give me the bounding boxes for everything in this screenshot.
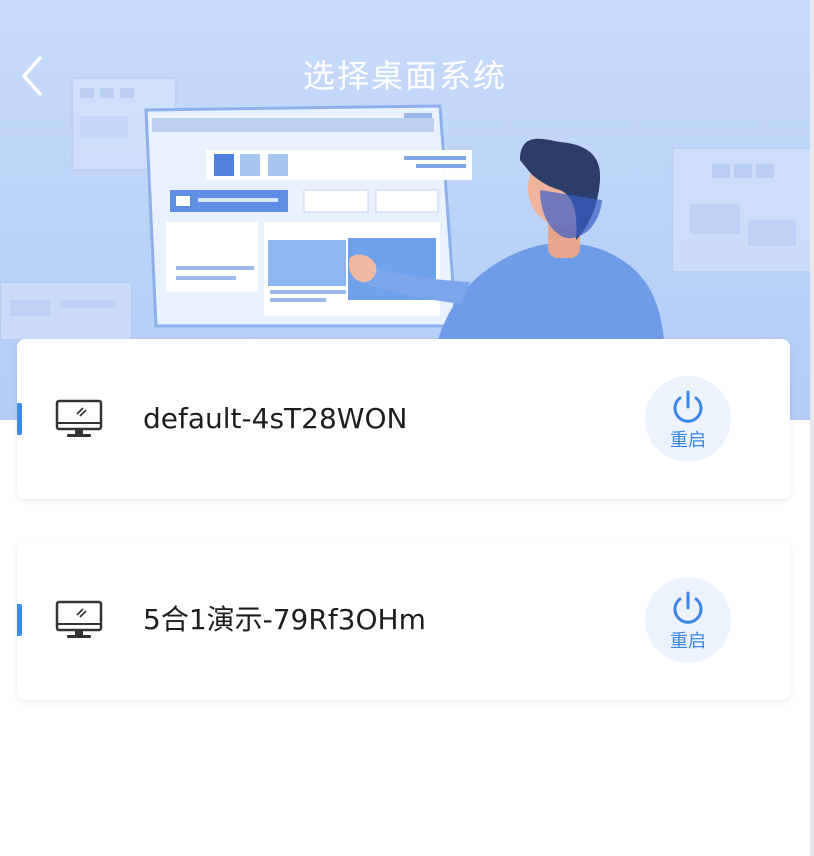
desktop-card[interactable]: 5合1演示-79Rf3OHm 重启 [17,540,790,700]
active-marker [17,604,22,636]
restart-label: 重启 [670,430,706,451]
right-edge-divider [810,0,814,856]
page-title: 选择桌面系统 [302,57,507,95]
power-icon [673,390,703,423]
desktop-card[interactable]: default-4sT28WON 重启 [17,339,790,499]
active-marker [17,403,22,435]
monitor-icon [55,600,103,638]
monitor-icon [55,399,103,437]
restart-button[interactable]: 重启 [645,376,731,462]
power-icon [673,591,703,624]
restart-button[interactable]: 重启 [645,577,731,663]
desktop-name: 5合1演示-79Rf3OHm [143,603,426,636]
restart-label: 重启 [670,631,706,652]
desktop-name: default-4sT28WON [143,402,408,435]
status-bar [0,0,810,8]
